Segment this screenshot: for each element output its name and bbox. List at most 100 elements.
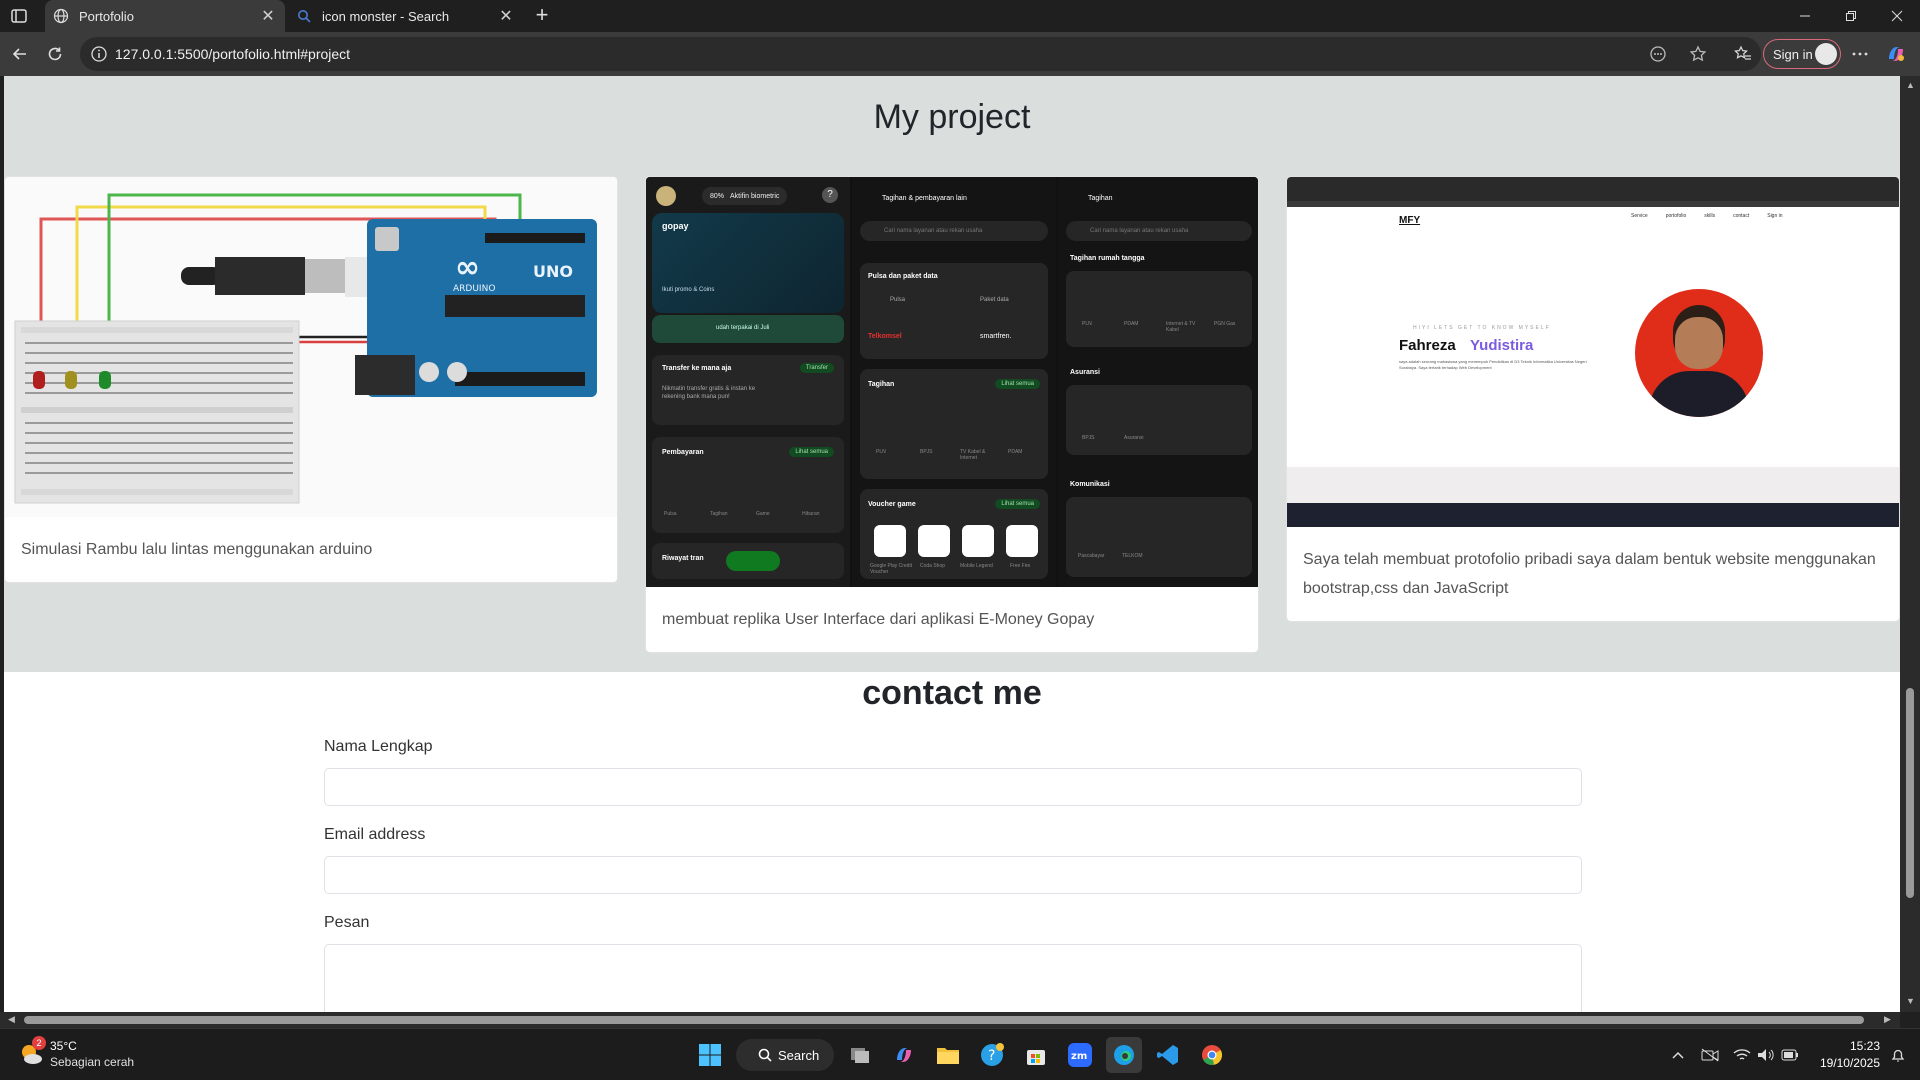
project-card-gopay[interactable]: 80% Aktifin biometric ? gopay Ikuti promo…: [645, 176, 1259, 653]
notifications-bell-icon[interactable]: [1888, 1045, 1908, 1065]
profile-avatar-icon: [1815, 43, 1837, 65]
copilot-icon[interactable]: [1884, 42, 1908, 66]
help-app-icon[interactable]: ?: [974, 1037, 1010, 1073]
minimize-icon[interactable]: [1782, 0, 1828, 32]
more-menu-icon[interactable]: [1848, 42, 1872, 66]
help-icon: ?: [822, 187, 838, 203]
wifi-icon[interactable]: [1732, 1045, 1752, 1065]
page-viewport: My project ∞ UNO ARDUINO Simulasi Rambu …: [4, 76, 1900, 1012]
reading-mode-icon[interactable]: [1648, 44, 1668, 64]
tab-label: icon monster - Search: [322, 8, 450, 24]
portfolio-first-name: Fahreza: [1399, 337, 1456, 354]
see-all-button: Lihat semua: [789, 447, 834, 457]
transfer-desc: Nikmatin transfer gratis & instan ke rek…: [662, 386, 756, 400]
message-label: Pesan: [324, 914, 370, 931]
gopay-search: Cari nama layanan atau rekan usaha: [860, 221, 1048, 241]
pembayaran-title: Pembayaran: [662, 449, 704, 456]
task-view-icon[interactable]: [842, 1037, 878, 1073]
scroll-up-arrow-icon[interactable]: ▲: [1906, 80, 1915, 90]
tab-icon-monster-search[interactable]: icon monster - Search ✕: [288, 0, 523, 32]
close-tab-icon[interactable]: ✕: [259, 7, 277, 25]
weather-widget[interactable]: 2 35°C Sebagian cerah: [18, 1036, 148, 1073]
camera-off-icon[interactable]: [1700, 1045, 1720, 1065]
start-windows-icon[interactable]: [692, 1037, 728, 1073]
store-icon[interactable]: [1018, 1037, 1054, 1073]
transfer-title: Transfer ke mana aja: [662, 365, 732, 372]
svg-text:?: ?: [988, 1048, 995, 1064]
close-tab-icon[interactable]: ✕: [497, 7, 515, 25]
col3-title: Tagihan: [1088, 195, 1113, 202]
arduino-circuit-image: ∞ UNO ARDUINO: [5, 177, 617, 517]
url-text[interactable]: 127.0.0.1:5500/portofolio.html#project: [115, 46, 350, 62]
new-tab-plus-icon[interactable]: +: [530, 4, 554, 28]
scroll-down-arrow-icon[interactable]: ▼: [1906, 996, 1915, 1006]
vscode-icon[interactable]: [1150, 1037, 1186, 1073]
vertical-scrollbar[interactable]: ▲ ▼: [1900, 76, 1920, 1012]
browser-tab-bar: Portofolio ✕ icon monster - Search ✕ +: [0, 0, 1920, 32]
horizontal-scroll-thumb[interactable]: [24, 1016, 1864, 1024]
system-clock[interactable]: 15:23 19/10/2025: [1800, 1038, 1880, 1072]
weather-badge: 2: [32, 1036, 46, 1050]
portfolio-logo: MFY: [1399, 215, 1421, 226]
search-label: Search: [778, 1047, 820, 1063]
riwayat-title: Riwayat tran: [662, 555, 704, 562]
copilot-app-icon[interactable]: [886, 1037, 922, 1073]
project-card-arduino[interactable]: ∞ UNO ARDUINO Simulasi Rambu lalu lintas…: [4, 176, 618, 583]
restore-icon[interactable]: [1828, 0, 1874, 32]
back-arrow-icon[interactable]: [8, 42, 32, 66]
project-title: My project: [873, 98, 1031, 136]
workspaces-icon[interactable]: [10, 7, 28, 25]
arduino-infinity-logo: ∞: [455, 250, 480, 285]
tab-label: Portofolio: [79, 8, 134, 24]
file-explorer-icon[interactable]: [930, 1037, 966, 1073]
profile-photo: [1635, 289, 1763, 417]
close-window-icon[interactable]: [1874, 0, 1920, 32]
address-bar[interactable]: 127.0.0.1:5500/portofolio.html#project: [80, 37, 1761, 71]
contact-title: contact me: [862, 674, 1042, 712]
scroll-left-arrow-icon[interactable]: ◀: [8, 1014, 15, 1025]
weather-desc: Sebagian cerah: [50, 1055, 135, 1069]
sign-in-label: Sign in: [1773, 46, 1813, 62]
globe-icon: [53, 8, 69, 24]
contact-form: Nama Lengkap Email address Pesan: [324, 738, 1582, 1012]
project-section: My project ∞ UNO ARDUINO Simulasi Rambu …: [4, 76, 1900, 672]
svg-text:zm: zm: [1071, 1051, 1087, 1062]
email-label: Email address: [324, 826, 426, 843]
email-input[interactable]: [324, 856, 1582, 894]
horizontal-scrollbar[interactable]: ◀ ▶: [0, 1012, 1900, 1028]
col2-title: Tagihan & pembayaran lain: [882, 195, 967, 202]
show-hidden-icons-chevron-icon[interactable]: [1668, 1045, 1688, 1065]
chrome-icon[interactable]: [1194, 1037, 1230, 1073]
tab-portofolio[interactable]: Portofolio ✕: [45, 0, 285, 32]
clock-date: 19/10/2025: [1819, 1056, 1880, 1070]
message-textarea[interactable]: [324, 944, 1582, 1012]
favorite-star-icon[interactable]: [1688, 44, 1708, 64]
vertical-scroll-thumb[interactable]: [1906, 688, 1914, 898]
search-icon: [758, 1048, 772, 1062]
gopay-brand: gopay: [662, 221, 689, 231]
name-label: Nama Lengkap: [324, 738, 433, 755]
edge-browser-icon[interactable]: [1106, 1037, 1142, 1073]
zoom-icon[interactable]: zm: [1062, 1037, 1098, 1073]
battery-icon[interactable]: [1780, 1045, 1800, 1065]
project-card-portfolio[interactable]: MFY Service portofolio skills contact Sign i…: [1286, 176, 1900, 622]
clock-time: 15:23: [1849, 1039, 1880, 1053]
taskbar: 2 35°C Sebagian cerah Search ? zm 15:23 …: [0, 1028, 1920, 1080]
site-info-icon[interactable]: [90, 45, 108, 63]
favorites-icon[interactable]: [1731, 42, 1755, 66]
biometric-badge: 80% Aktifin biometric: [702, 187, 788, 205]
volume-icon[interactable]: [1756, 1045, 1776, 1065]
project-caption: Saya telah membuat protofolio pribadi sa…: [1303, 551, 1876, 597]
taskbar-search[interactable]: Search: [736, 1039, 834, 1071]
refresh-icon[interactable]: [43, 42, 67, 66]
arduino-brand-label: ARDUINO: [453, 284, 495, 294]
gopay-ui-image: 80% Aktifin biometric ? gopay Ikuti promo…: [646, 177, 1258, 587]
arduino-board-label: UNO: [533, 262, 573, 281]
scroll-right-arrow-icon[interactable]: ▶: [1884, 1014, 1891, 1025]
weather-temp: 35°C: [50, 1039, 77, 1053]
transfer-button: Transfer: [799, 363, 834, 373]
sign-in-button[interactable]: Sign in: [1763, 39, 1841, 69]
project-caption: Simulasi Rambu lalu lintas menggunakan a…: [21, 541, 373, 558]
project-caption: membuat replika User Interface dari apli…: [662, 611, 1095, 628]
name-input[interactable]: [324, 768, 1582, 806]
